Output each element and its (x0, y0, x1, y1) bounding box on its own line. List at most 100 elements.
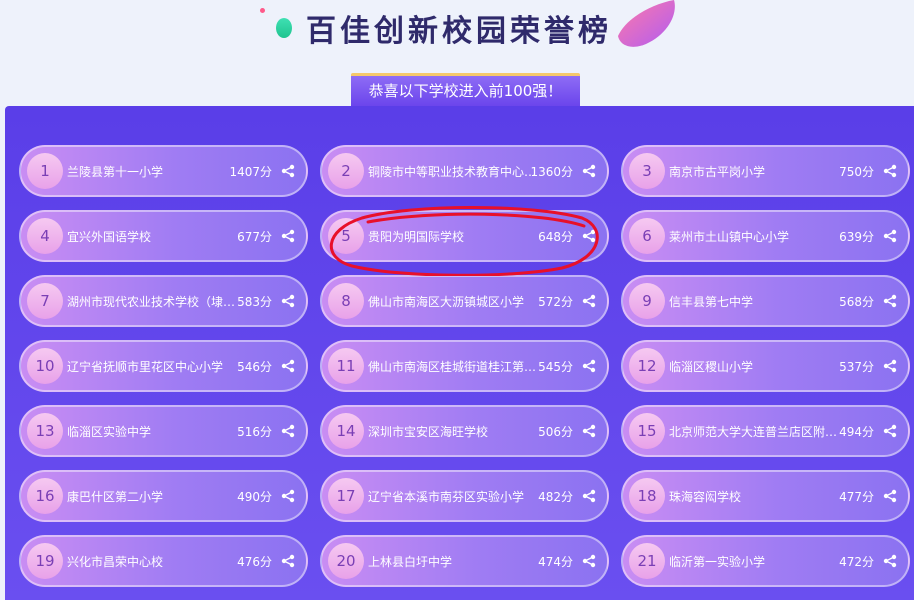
school-score: 472分 (839, 555, 874, 569)
rank-badge: 21 (629, 543, 665, 579)
share-icon[interactable] (281, 359, 295, 373)
page-header: 百佳创新校园荣誉榜 恭喜以下学校进入前100强！ (0, 0, 914, 108)
school-score: 639分 (839, 230, 874, 244)
school-card[interactable]: 1 兰陵县第十一小学 1407分 (19, 145, 308, 197)
rank-badge: 3 (629, 153, 665, 189)
school-name: 佛山市南海区桂城街道桂江第二小学 (368, 360, 543, 374)
school-score: 490分 (237, 490, 272, 504)
share-icon[interactable] (281, 554, 295, 568)
school-card[interactable]: 19 兴化市昌荣中心校 476分 (19, 535, 308, 587)
rank-badge: 13 (27, 413, 63, 449)
share-icon[interactable] (883, 489, 897, 503)
rank-badge: 10 (27, 348, 63, 384)
school-score: 506分 (538, 425, 573, 439)
school-card[interactable]: 15 北京师范大学大连普兰店区附属学校 494分 (621, 405, 910, 457)
school-score: 568分 (839, 295, 874, 309)
top100-banner: 恭喜以下学校进入前100强！ (351, 73, 580, 106)
school-score: 677分 (237, 230, 272, 244)
share-icon[interactable] (883, 229, 897, 243)
school-name: 贵阳为明国际学校 (368, 230, 465, 244)
school-score: 648分 (538, 230, 573, 244)
school-card[interactable]: 17 辽宁省本溪市南芬区实验小学 482分 (320, 470, 609, 522)
school-card[interactable]: 3 南京市古平岗小学 750分 (621, 145, 910, 197)
rank-badge: 14 (328, 413, 364, 449)
school-name: 莱州市土山镇中心小学 (669, 230, 790, 244)
school-name: 临沂第一实验小学 (669, 555, 766, 569)
rank-badge: 9 (629, 283, 665, 319)
school-score: 1360分 (530, 165, 573, 179)
decoration-spark (260, 8, 265, 13)
school-name: 深圳市宝安区海旺学校 (368, 425, 489, 439)
school-name: 南京市古平岗小学 (669, 165, 766, 179)
school-score: 537分 (839, 360, 874, 374)
rank-badge: 18 (629, 478, 665, 514)
rank-badge: 8 (328, 283, 364, 319)
school-card[interactable]: 9 信丰县第七中学 568分 (621, 275, 910, 327)
school-score: 482分 (538, 490, 573, 504)
share-icon[interactable] (582, 489, 596, 503)
school-name: 宜兴外国语学校 (67, 230, 152, 244)
school-name: 兰陵县第十一小学 (67, 165, 164, 179)
school-score: 545分 (538, 360, 573, 374)
school-card[interactable]: 7 湖州市现代农业技术学校（埭溪中… 583分 (19, 275, 308, 327)
rank-badge: 7 (27, 283, 63, 319)
share-icon[interactable] (582, 359, 596, 373)
school-score: 476分 (237, 555, 272, 569)
share-icon[interactable] (582, 554, 596, 568)
share-icon[interactable] (582, 424, 596, 438)
rank-badge: 16 (27, 478, 63, 514)
share-icon[interactable] (883, 294, 897, 308)
rank-badge: 6 (629, 218, 665, 254)
school-name: 上林县白圩中学 (368, 555, 453, 569)
page-title: 百佳创新校园荣誉榜 (306, 14, 612, 49)
share-icon[interactable] (281, 294, 295, 308)
school-card[interactable]: 8 佛山市南海区大沥镇城区小学 572分 (320, 275, 609, 327)
school-name: 北京师范大学大连普兰店区附属学校 (669, 425, 844, 439)
rank-badge: 1 (27, 153, 63, 189)
school-card[interactable]: 13 临淄区实验中学 516分 (19, 405, 308, 457)
school-name: 铜陵市中等职业技术教育中心（安… (368, 165, 543, 179)
school-card[interactable]: 6 莱州市土山镇中心小学 639分 (621, 210, 910, 262)
school-card[interactable]: 21 临沂第一实验小学 472分 (621, 535, 910, 587)
school-score: 516分 (237, 425, 272, 439)
school-card[interactable]: 2 铜陵市中等职业技术教育中心（安… 1360分 (320, 145, 609, 197)
school-score: 474分 (538, 555, 573, 569)
school-name: 佛山市南海区大沥镇城区小学 (368, 295, 525, 309)
school-card[interactable]: 18 珠海容闳学校 477分 (621, 470, 910, 522)
share-icon[interactable] (883, 554, 897, 568)
school-score: 494分 (839, 425, 874, 439)
share-icon[interactable] (582, 294, 596, 308)
rank-badge: 4 (27, 218, 63, 254)
school-card[interactable]: 14 深圳市宝安区海旺学校 506分 (320, 405, 609, 457)
school-card[interactable]: 20 上林县白圩中学 474分 (320, 535, 609, 587)
school-name: 辽宁省本溪市南芬区实验小学 (368, 490, 525, 504)
school-name: 信丰县第七中学 (669, 295, 754, 309)
school-score: 572分 (538, 295, 573, 309)
school-card[interactable]: 5 贵阳为明国际学校 648分 (320, 210, 609, 262)
share-icon[interactable] (281, 424, 295, 438)
share-icon[interactable] (883, 424, 897, 438)
school-name: 辽宁省抚顺市里花区中心小学 (67, 360, 224, 374)
school-name: 临淄区稷山小学 (669, 360, 754, 374)
school-card[interactable]: 12 临淄区稷山小学 537分 (621, 340, 910, 392)
school-score: 546分 (237, 360, 272, 374)
school-score: 583分 (237, 295, 272, 309)
share-icon[interactable] (883, 359, 897, 373)
school-score: 750分 (839, 165, 874, 179)
share-icon[interactable] (281, 229, 295, 243)
share-icon[interactable] (281, 164, 295, 178)
share-icon[interactable] (582, 229, 596, 243)
share-icon[interactable] (883, 164, 897, 178)
school-name: 湖州市现代农业技术学校（埭溪中… (67, 295, 242, 309)
rank-badge: 20 (328, 543, 364, 579)
rank-badge: 12 (629, 348, 665, 384)
share-icon[interactable] (281, 489, 295, 503)
share-icon[interactable] (582, 164, 596, 178)
school-card[interactable]: 4 宜兴外国语学校 677分 (19, 210, 308, 262)
school-card[interactable]: 11 佛山市南海区桂城街道桂江第二小学 545分 (320, 340, 609, 392)
school-name: 珠海容闳学校 (669, 490, 742, 504)
school-card[interactable]: 16 康巴什区第二小学 490分 (19, 470, 308, 522)
rank-badge: 5 (328, 218, 364, 254)
school-card[interactable]: 10 辽宁省抚顺市里花区中心小学 546分 (19, 340, 308, 392)
rank-badge: 19 (27, 543, 63, 579)
